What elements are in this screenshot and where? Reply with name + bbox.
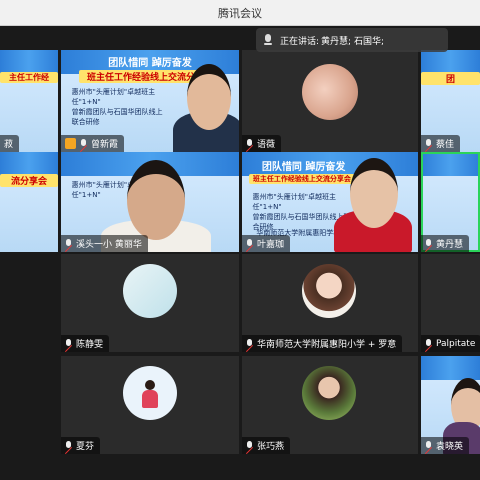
- slide-line-1: 惠州市"头雁计划"卓越班主任"1+N": [71, 87, 156, 106]
- slide-banner: 主任工作经: [0, 72, 58, 84]
- participant-namebar: 曾新霞: [61, 135, 125, 152]
- participant-name: 陈静雯: [76, 340, 104, 350]
- video-tile-r3c4[interactable]: Palpitate: [421, 254, 480, 352]
- participant-name: 溪头一小 黄丽华: [76, 240, 142, 250]
- participant-name: 夏芬: [76, 442, 95, 452]
- participant-avatar: [302, 264, 356, 318]
- participant-namebar: 陈静雯: [61, 335, 110, 352]
- participant-namebar: 华南师范大学附属惠阳小学 + 罗意: [242, 335, 403, 352]
- muted-mic-icon: [425, 138, 432, 149]
- video-tile-r2c4[interactable]: 黄丹慧: [421, 152, 480, 252]
- muted-mic-icon: [65, 440, 72, 451]
- participant-avatar: [302, 366, 356, 420]
- participant-name: 语薇: [257, 140, 276, 150]
- participant-namebar: 菽: [0, 135, 20, 152]
- participant-name: 蔡佳: [436, 140, 455, 150]
- participant-name: Palpitate: [436, 338, 476, 349]
- video-tile-r4c3[interactable]: 张巧燕: [242, 356, 418, 454]
- muted-mic-icon: [246, 138, 253, 149]
- participant-avatar: [302, 64, 358, 120]
- video-tile-r1c1[interactable]: 主任工作经 菽: [0, 50, 58, 152]
- muted-mic-icon: [65, 238, 72, 249]
- microphone-icon: [264, 34, 272, 46]
- participant-namebar: 叶嘉珈: [242, 235, 291, 252]
- participant-name: 曾新霞: [91, 140, 119, 150]
- window-titlebar: 腾讯会议: [0, 0, 480, 26]
- participant-name: 菽: [4, 140, 14, 150]
- participant-namebar: 袁晓英: [421, 437, 470, 454]
- video-tile-r3c2[interactable]: 陈静雯: [61, 254, 239, 352]
- slide-banner: 团: [421, 72, 480, 86]
- muted-mic-icon: [425, 440, 432, 451]
- speaking-indicator: 正在讲话: 黄丹慧; 石国华;: [256, 28, 448, 52]
- participant-avatar: [123, 264, 177, 318]
- video-tile-r2c2[interactable]: 惠州市"头雁计划"卓越班主任"1+N" 溪头一小 黄丽华: [61, 152, 239, 252]
- participant-namebar: 黄丹慧: [421, 235, 470, 252]
- shared-slide: 流分享会: [0, 152, 58, 252]
- video-tile-r4c4[interactable]: 袁晓英: [421, 356, 480, 454]
- muted-mic-icon: [246, 238, 253, 249]
- slide-banner: 班主任工作经验线上交流分享会: [249, 174, 355, 184]
- video-tile-r3c3[interactable]: 华南师范大学附属惠阳小学 + 罗意: [242, 254, 418, 352]
- speaking-label: 正在讲话:: [280, 36, 320, 47]
- girl-figure-icon: [145, 380, 155, 390]
- video-tile-r1c2[interactable]: 团队惜同 踔厉奋发 班主任工作经验线上交流分享会 惠州市"头雁计划"卓越班主任"…: [61, 50, 239, 152]
- video-tile-r2c3[interactable]: 团队惜同 踔厉奋发 班主任工作经验线上交流分享会 惠州市"头雁计划"卓越班主任"…: [242, 152, 418, 252]
- video-tile-r1c4[interactable]: 团 蔡佳: [421, 50, 480, 152]
- video-tile-r4c2[interactable]: 夏芬: [61, 356, 239, 454]
- participant-namebar: 张巧燕: [242, 437, 291, 454]
- participant-namebar: 蔡佳: [421, 135, 461, 152]
- participant-namebar: 语薇: [242, 135, 282, 152]
- slide-line-2: 曾新霞团队与石国华团队线上联合研修: [71, 107, 163, 126]
- slide-banner: 流分享会: [0, 174, 58, 187]
- video-grid: 主任工作经 菽 团队惜同 踔厉奋发 班主任工作经验线上交流分享会 惠州市"头雁计…: [0, 26, 480, 480]
- window-title: 腾讯会议: [218, 7, 262, 20]
- video-tile-r2c1[interactable]: 流分享会: [0, 152, 58, 252]
- muted-mic-icon: [80, 138, 87, 149]
- muted-mic-icon: [65, 338, 72, 349]
- participant-namebar: Palpitate: [421, 335, 480, 352]
- participant-name: 张巧燕: [257, 442, 285, 452]
- host-icon: [65, 138, 76, 149]
- muted-mic-icon: [425, 238, 432, 249]
- participant-name: 袁晓英: [436, 442, 464, 452]
- muted-mic-icon: [425, 338, 432, 349]
- participant-name: 叶嘉珈: [257, 240, 285, 250]
- participant-avatar: [123, 366, 177, 420]
- slide-line-1: 惠州市"头雁计划"卓越班主任"1+N": [252, 193, 336, 211]
- participant-name: 黄丹慧: [436, 240, 464, 250]
- participant-namebar: 溪头一小 黄丽华: [61, 235, 148, 252]
- muted-mic-icon: [246, 440, 253, 451]
- speaking-names: 黄丹慧; 石国华;: [321, 36, 384, 47]
- participant-namebar: 夏芬: [61, 437, 101, 454]
- video-tile-r1c3[interactable]: 语薇: [242, 50, 418, 152]
- muted-mic-icon: [246, 338, 253, 349]
- participant-name: 华南师范大学附属惠阳小学 + 罗意: [257, 340, 397, 350]
